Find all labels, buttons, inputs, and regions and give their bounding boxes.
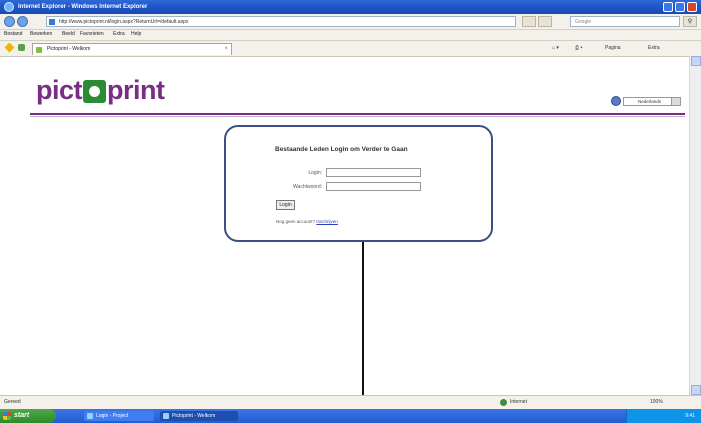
print-icon[interactable]: ⎙ ▾ <box>575 43 583 54</box>
page-icon <box>49 19 55 25</box>
url-input[interactable]: http://www.pictoprint.nl/login.aspx?Retu… <box>46 16 516 27</box>
taskbar-item-label: Login - Project <box>96 413 129 419</box>
logo-text-end: print <box>107 75 165 105</box>
ie-icon <box>163 413 169 419</box>
login-heading: Bestaande Leden Login om Verder te Gaan <box>275 146 408 153</box>
password-input[interactable] <box>326 182 421 191</box>
security-zone: Internet <box>510 399 527 405</box>
header-divider-thin <box>30 116 685 117</box>
minimize-icon[interactable] <box>663 2 673 12</box>
home-icon[interactable]: ⌂ ▾ <box>552 43 559 54</box>
vertical-scrollbar[interactable] <box>689 56 701 395</box>
close-window-icon[interactable] <box>687 2 697 12</box>
menu-item-favorites[interactable]: Favorieten <box>80 31 104 37</box>
header-divider <box>30 113 685 115</box>
scroll-down-icon[interactable] <box>691 385 701 395</box>
start-button[interactable]: start <box>0 409 56 423</box>
favorites-star-icon[interactable] <box>4 42 15 53</box>
refresh-icon[interactable] <box>522 16 536 27</box>
start-label: start <box>14 412 30 419</box>
pictoprint-logo[interactable]: pict print <box>36 72 165 108</box>
menu-item-tools[interactable]: Extra <box>113 31 125 37</box>
window-title: Internet Explorer - Windows Internet Exp… <box>18 4 148 10</box>
password-label: Wachtwoord: <box>293 184 322 190</box>
windows-logo-icon <box>3 412 11 420</box>
ie-logo-icon <box>4 2 14 12</box>
maximize-icon[interactable] <box>675 2 685 12</box>
logo-text-start: pict <box>36 75 83 105</box>
page-menu[interactable]: Pagina <box>605 43 621 54</box>
no-account-row: Nog geen account? Inschrijven <box>276 219 338 224</box>
menu-item-edit[interactable]: Bewerken <box>30 31 52 37</box>
globe-icon <box>611 96 621 106</box>
language-select[interactable]: Nederlands <box>623 97 681 106</box>
menu-item-view[interactable]: Beeld <box>62 31 75 37</box>
system-tray: 9:41 <box>626 409 701 423</box>
signup-link[interactable]: Inschrijven <box>316 219 338 224</box>
add-favorite-icon[interactable] <box>18 44 25 51</box>
tab-pictoprint[interactable]: Pictoprint - Welkom × <box>32 43 232 55</box>
address-bar: http://www.pictoprint.nl/login.aspx?Retu… <box>0 14 701 30</box>
menu-item-help[interactable]: Help <box>131 31 141 37</box>
tab-label: Pictoprint - Welkom <box>47 46 91 52</box>
forward-icon[interactable] <box>17 16 28 27</box>
chevron-down-icon <box>671 98 680 105</box>
camera-icon <box>83 80 107 103</box>
status-text: Gereed <box>4 399 21 405</box>
stop-icon[interactable] <box>538 16 552 27</box>
language-label: Nederlands <box>638 99 662 104</box>
taskbar-item-label: Pictoprint - Welkom <box>172 413 216 419</box>
menu-bar: Bestand Bewerken Beeld Favorieten Extra … <box>0 30 701 41</box>
tools-menu[interactable]: Extra <box>648 43 660 54</box>
site-favicon-icon <box>36 47 42 53</box>
clock[interactable]: 9:41 <box>685 413 695 419</box>
search-input[interactable]: Google <box>570 16 680 27</box>
menu-item-file[interactable]: Bestand <box>4 31 22 37</box>
window-title-bar: Internet Explorer - Windows Internet Exp… <box>0 0 701 14</box>
login-button[interactable]: Login <box>276 200 295 210</box>
back-icon[interactable] <box>4 16 15 27</box>
tab-toolbar: Pictoprint - Welkom × ⌂ ▾ ⎙ ▾ Pagina Ext… <box>0 41 701 57</box>
scroll-up-icon[interactable] <box>691 56 701 66</box>
no-account-text: Nog geen account? <box>276 219 316 224</box>
taskbar-item-login-project[interactable]: Login - Project <box>84 411 154 421</box>
status-bar: Gereed Internet 100% <box>0 395 701 409</box>
search-icon[interactable]: ⚲ <box>683 16 697 27</box>
internet-zone-icon <box>500 399 507 406</box>
zoom-level[interactable]: 100% <box>650 399 663 405</box>
login-label: Login: <box>308 170 322 176</box>
url-text: http://www.pictoprint.nl/login.aspx?Retu… <box>59 19 189 25</box>
login-input[interactable] <box>326 168 421 177</box>
taskbar: start Login - Project Pictoprint - Welko… <box>0 409 701 423</box>
taskbar-item-pictoprint[interactable]: Pictoprint - Welkom <box>160 411 238 421</box>
tab-close-icon[interactable]: × <box>224 44 228 55</box>
folder-icon <box>87 413 93 419</box>
